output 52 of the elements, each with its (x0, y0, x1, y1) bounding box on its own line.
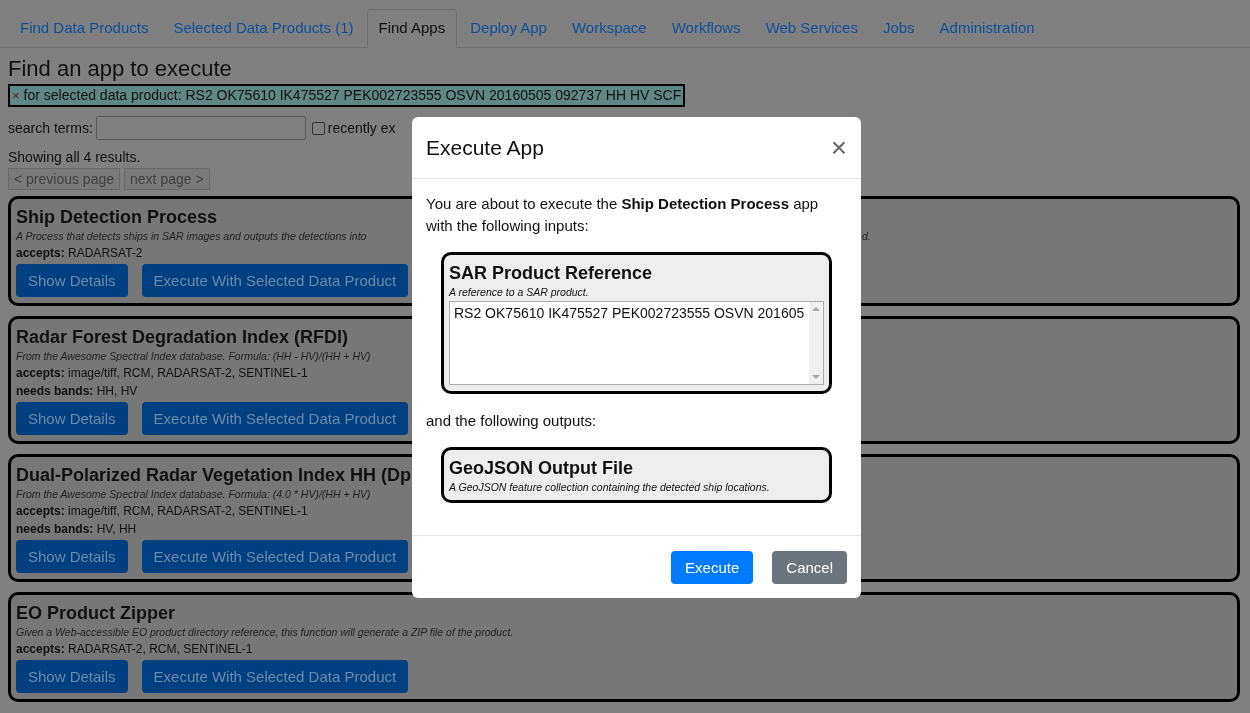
app-button[interactable]: Show Details (16, 264, 128, 297)
nav-tab[interactable]: Find Data Products (8, 9, 161, 47)
nav-tab[interactable]: Find Apps (366, 9, 458, 48)
app-title: Ship Detection Process (16, 206, 218, 229)
app-button[interactable]: Execute With Selected Data Product (141, 264, 409, 297)
nav-tab[interactable]: Jobs (870, 9, 927, 47)
accepts-text: accepts: RADARSAT-2, RCM, SENTINEL-1 (16, 641, 253, 658)
app-title: Dual-Polarized Radar Vegetation Index HH (Dp (16, 464, 412, 487)
nav-tab[interactable]: Deploy App (458, 9, 559, 47)
accepts-text: accepts: RADARSAT-2 (16, 245, 143, 262)
nav-tab[interactable]: Workspace (559, 9, 659, 47)
app-button[interactable]: Execute With Selected Data Product (141, 660, 409, 693)
nav-tab[interactable]: Web Services (753, 9, 870, 47)
search-field[interactable] (95, 116, 306, 140)
remove-filter-icon[interactable]: × (12, 87, 20, 104)
app-button[interactable]: Show Details (16, 660, 128, 693)
nav-tab[interactable]: Selected Data Products (1) (161, 9, 366, 47)
accepts-text: accepts: image/tiff, RCM, RADARSAT-2, SENTINEL-1 (16, 503, 308, 520)
nav-tab[interactable]: Administration (927, 9, 1047, 47)
app-description: Given a Web-accessible EO product directory reference, this function will generate a ZIP file of the product. (16, 626, 514, 638)
results-summary: Showing all 4 results. (8, 149, 141, 165)
bands-text: needs bands: HV, HH (16, 521, 137, 538)
accepts-text: accepts: image/tiff, RCM, RADARSAT-2, SENTINEL-1 (16, 365, 308, 382)
app-button[interactable]: Execute With Selected Data Product (141, 402, 409, 435)
app-button[interactable]: Show Details (16, 402, 128, 435)
app-description: d. (862, 229, 872, 244)
app-button[interactable]: Show Details (16, 540, 128, 573)
text-area[interactable]: RS2 OK75610 IK475527 PEK002723555 OSVN 201605 (449, 301, 824, 385)
output-description: A GeoJSON feature collection containing the detected ship locations. (449, 480, 770, 494)
close-button[interactable]: × (830, 133, 847, 162)
app-button[interactable]: Execute With Selected Data Product (141, 540, 409, 573)
app-description: From the Awesome Spectral Index database. Formula: (HH - HV)/(HH + HV) (16, 350, 371, 362)
checkbox-label: recently ex (327, 120, 396, 136)
dialog-text: and the following outputs: (426, 411, 598, 431)
filter-text: for selected data product: RS2 OK75610 IK475527 PEK002723555 OSVN 20160505 092737 HH HV SCF (23, 87, 682, 104)
dialog-text: You are about to execute the Ship Detection Process app with the following inputs: (426, 194, 820, 236)
checkbox[interactable] (311, 121, 325, 135)
nav-tab[interactable]: Workflows (659, 9, 753, 47)
app-title: Radar Forest Degradation Index (RFDI) (16, 326, 349, 349)
app-description: A Process that detects ships in SAR images and outputs the detections into (16, 229, 368, 244)
cancel-button[interactable]: Cancel (772, 551, 847, 584)
scrollbar[interactable] (809, 302, 823, 384)
input-title: SAR Product Reference (449, 262, 653, 285)
output-title: GeoJSON Output File (449, 457, 633, 480)
execute-button[interactable]: Execute (671, 551, 754, 584)
search-label: search terms: (8, 120, 93, 136)
dialog-title: Execute App (426, 135, 544, 160)
app-description: From the Awesome Spectral Index database. Formula: (4.0 * HV)/(HH + HV) (16, 488, 371, 500)
app-title: EO Product Zipper (16, 602, 175, 625)
bands-text: needs bands: HH, HV (16, 383, 138, 400)
input-description: A reference to a SAR product. (449, 285, 589, 299)
page-heading: Find an app to execute (8, 55, 232, 83)
